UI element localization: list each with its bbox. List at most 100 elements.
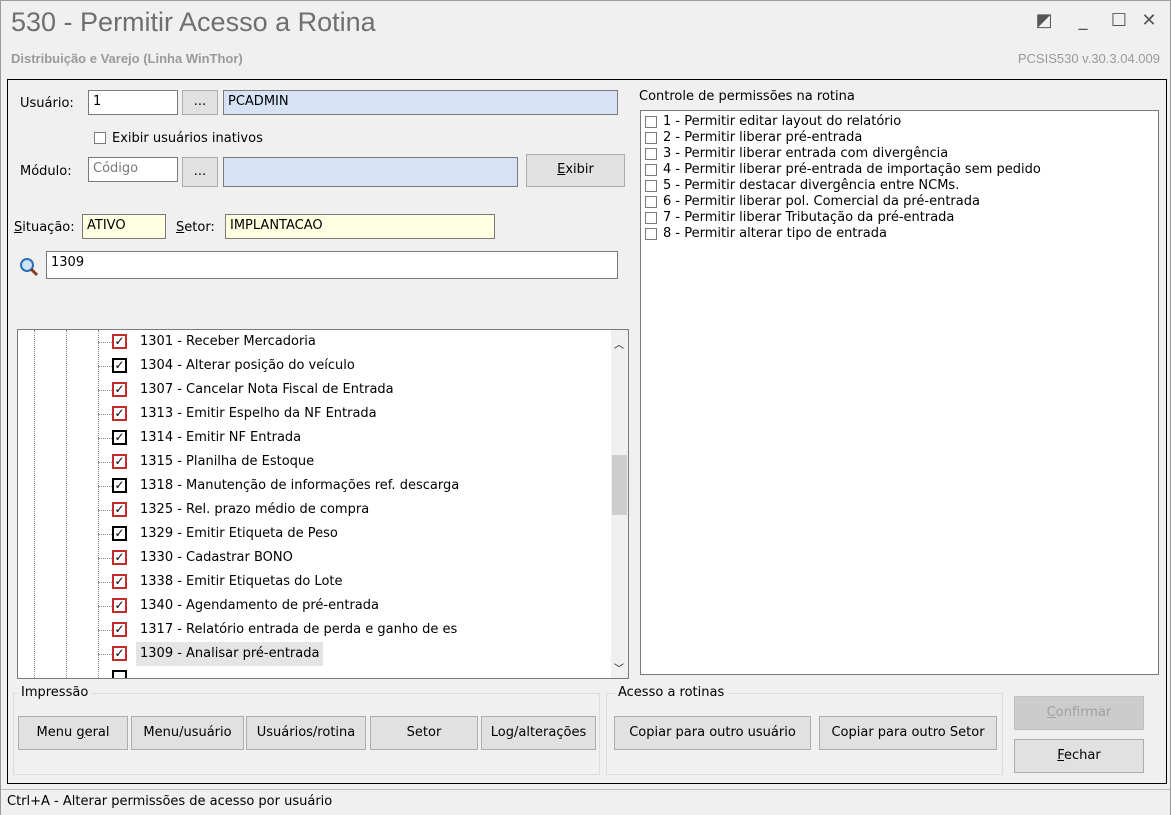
permission-checkbox[interactable]	[645, 179, 657, 192]
permission-item[interactable]: 8 - Permitir alterar tipo de entrada	[641, 226, 1041, 242]
permission-label: 3 - Permitir liberar entrada com divergê…	[663, 146, 949, 161]
scroll-down-icon[interactable]: ﹀	[614, 660, 624, 675]
permission-label: 4 - Permitir liberar pré-entrada de impo…	[663, 162, 1041, 177]
tree-item-checkbox[interactable]: ✓	[112, 430, 127, 445]
tree-item-checkbox[interactable]: ✓	[112, 358, 127, 373]
exibir-inativos-checkbox[interactable]	[94, 130, 106, 145]
log-alteracoes-button[interactable]: Log/alterações	[481, 716, 596, 750]
scroll-up-icon[interactable]: ︿	[614, 336, 624, 351]
status-text: Ctrl+A - Alterar permissões de acesso po…	[7, 794, 333, 809]
setor-field: IMPLANTACAO	[225, 214, 495, 239]
acesso-group: Acesso a rotinas Copiar para outro usuár…	[606, 685, 1003, 775]
situacao-label: Situação:	[14, 220, 75, 235]
tree-item-label: 1317 - Relatório entrada de perda e ganh…	[140, 622, 458, 637]
tree-item-checkbox[interactable]: ✓	[112, 526, 127, 541]
modulo-name-field	[223, 157, 518, 187]
tree-item-checkbox[interactable]: ✓	[112, 646, 127, 661]
tree-item[interactable]: ✓ 1307 - Cancelar Nota Fiscal de Entrada	[18, 378, 608, 402]
tree-item-label: 1318 - Manutenção de informações ref. de…	[140, 478, 460, 493]
tree-item[interactable]: ✓ 1318 - Manutenção de informações ref. d…	[18, 474, 608, 498]
permission-item[interactable]: 4 - Permitir liberar pré-entrada de impo…	[641, 162, 1041, 178]
tree-item[interactable]: ✓ 1317 - Relatório entrada de perda e gan…	[18, 618, 608, 642]
situacao-field: ATIVO	[82, 214, 166, 239]
usuario-code-input[interactable]: 1	[88, 90, 178, 115]
maximize-icon[interactable]: ☐	[1109, 11, 1129, 31]
tree-item-checkbox[interactable]: ✓	[112, 550, 127, 565]
fechar-button[interactable]: Fechar	[1014, 739, 1144, 773]
permission-checkbox[interactable]	[645, 131, 657, 144]
usuario-label: Usuário:	[20, 96, 74, 111]
setor-label: Setor:	[176, 220, 215, 235]
tree-item[interactable]: ✓ 1301 - Receber Mercadoria	[18, 330, 608, 354]
usuario-lookup-button[interactable]: ...	[182, 90, 218, 115]
tree-item-label: 1315 - Planilha de Estoque	[140, 454, 315, 469]
menu-geral-button[interactable]: Menu geral	[18, 716, 128, 750]
permission-item[interactable]: 5 - Permitir destacar divergência entre …	[641, 178, 1041, 194]
tree-item-checkbox[interactable]: ✓	[112, 382, 127, 397]
permission-item[interactable]: 3 - Permitir liberar entrada com divergê…	[641, 146, 1041, 162]
tree-item[interactable]: ✓ 1340 - Agendamento de pré-entrada	[18, 594, 608, 618]
tree-item-checkbox[interactable]: ✓	[112, 334, 127, 349]
usuarios-rotina-button[interactable]: Usuários/rotina	[246, 716, 366, 750]
permission-label: 1 - Permitir editar layout do relatório	[663, 114, 902, 129]
tree-item-label: 1314 - Emitir NF Entrada	[140, 430, 302, 445]
permission-checkbox[interactable]	[645, 147, 657, 160]
permission-checkbox[interactable]	[645, 227, 657, 240]
permission-label: 7 - Permitir liberar Tributação da pré-e…	[663, 210, 955, 225]
tree-item-checkbox[interactable]: ✓	[112, 598, 127, 613]
restore-corner-icon[interactable]: ◩	[1034, 11, 1054, 31]
tree-item[interactable]: ✓ 1309 - Analisar pré-entrada	[18, 642, 608, 666]
tree-item[interactable]: ✓ 1313 - Emitir Espelho da NF Entrada	[18, 402, 608, 426]
modulo-label: Módulo:	[20, 164, 72, 179]
tree-item-checkbox[interactable]: ✓	[112, 502, 127, 517]
permission-label: 5 - Permitir destacar divergência entre …	[663, 178, 960, 193]
acesso-title: Acesso a rotinas	[615, 685, 728, 700]
close-icon[interactable]: ✕	[1139, 11, 1159, 31]
modulo-code-input[interactable]: Código	[88, 157, 178, 182]
permission-checkbox[interactable]	[645, 115, 657, 128]
tree-item[interactable]: ✓ 1329 - Emitir Etiqueta de Peso	[18, 522, 608, 546]
tree-item-checkbox[interactable]: ✓	[112, 574, 127, 589]
exibir-button[interactable]: Exibir	[526, 154, 625, 187]
permission-label: 6 - Permitir liberar pol. Comercial da p…	[663, 194, 980, 209]
tree-item-checkbox[interactable]	[112, 670, 127, 678]
tree-item-checkbox[interactable]: ✓	[112, 454, 127, 469]
tree-item-checkbox[interactable]: ✓	[112, 406, 127, 421]
permission-checkbox[interactable]	[645, 195, 657, 208]
permissions-title: Controle de permissões na rotina	[639, 89, 855, 104]
tree-item-label: 1304 - Alterar posição do veículo	[140, 358, 355, 373]
tree-item-label: 1338 - Emitir Etiquetas do Lote	[140, 574, 343, 589]
scroll-thumb[interactable]	[612, 455, 627, 515]
tree-item[interactable]: ✓ 1338 - Emitir Etiquetas do Lote	[18, 570, 608, 594]
setor-button[interactable]: Setor	[370, 716, 478, 750]
copiar-setor-button[interactable]: Copiar para outro Setor	[819, 716, 997, 750]
routine-tree[interactable]: ✓ 1301 - Receber Mercadoria ✓ 1304 - Altera…	[17, 329, 629, 679]
tree-item-checkbox[interactable]: ✓	[112, 478, 127, 493]
permission-checkbox[interactable]	[645, 211, 657, 224]
confirmar-button[interactable]: Confirmar	[1014, 696, 1144, 730]
usuario-name-field: PCADMIN	[223, 90, 618, 115]
permission-checkbox[interactable]	[645, 163, 657, 176]
minimize-icon[interactable]: _	[1073, 11, 1093, 31]
tree-item[interactable]: ✓ 1314 - Emitir NF Entrada	[18, 426, 608, 450]
permission-item[interactable]: 6 - Permitir liberar pol. Comercial da p…	[641, 194, 1041, 210]
tree-item-checkbox[interactable]: ✓	[112, 622, 127, 637]
modulo-lookup-button[interactable]: ...	[182, 157, 218, 187]
tree-item-label: 1329 - Emitir Etiqueta de Peso	[140, 526, 338, 541]
copiar-usuario-button[interactable]: Copiar para outro usuário	[614, 716, 811, 750]
tree-item[interactable]: ✓ 1325 - Rel. prazo médio de compra	[18, 498, 608, 522]
version-label: PCSIS530 v.30.3.04.009	[1017, 51, 1160, 66]
main-content: Usuário: 1 ... PCADMIN Exibir usuários i…	[7, 79, 1167, 784]
permission-item[interactable]: 2 - Permitir liberar pré-entrada	[641, 130, 1041, 146]
tree-item-label: 1330 - Cadastrar BONO	[140, 550, 293, 565]
window-title: 530 - Permitir Acesso a Rotina	[11, 7, 376, 37]
permission-item[interactable]: 7 - Permitir liberar Tributação da pré-e…	[641, 210, 1041, 226]
tree-item[interactable]: ✓ 1330 - Cadastrar BONO	[18, 546, 608, 570]
tree-scrollbar[interactable]: ︿ ﹀	[611, 330, 628, 678]
menu-usuario-button[interactable]: Menu/usuário	[131, 716, 244, 750]
tree-item[interactable]: ✓ 1304 - Alterar posição do veículo	[18, 354, 608, 378]
tree-item[interactable]: ✓ 1315 - Planilha de Estoque	[18, 450, 608, 474]
permission-item[interactable]: 1 - Permitir editar layout do relatório	[641, 114, 1041, 130]
search-input[interactable]: 1309	[46, 251, 618, 279]
permissions-list: 1 - Permitir editar layout do relatório 2…	[640, 110, 1159, 675]
